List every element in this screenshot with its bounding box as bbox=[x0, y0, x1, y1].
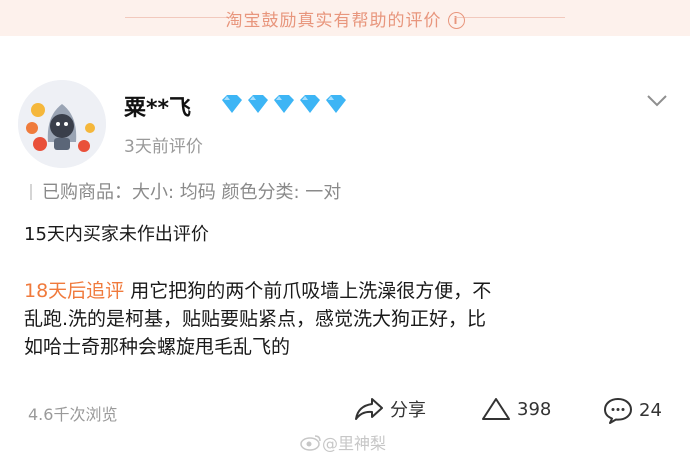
weibo-logo-icon bbox=[300, 435, 321, 451]
view-count: 4.6千次浏览 bbox=[28, 405, 118, 424]
share-button[interactable]: 分享 bbox=[354, 396, 426, 422]
purchased-sku: 已购商品：大小: 均码 颜色分类: 一对 bbox=[30, 178, 341, 204]
trust-banner: 淘宝鼓励真实有帮助的评价 i bbox=[0, 0, 690, 36]
followup-tag: 18天后追评 bbox=[24, 280, 125, 302]
banner-label: 淘宝鼓励真实有帮助的评价 bbox=[225, 11, 442, 31]
avatar-image bbox=[18, 80, 106, 168]
chevron-down-icon[interactable] bbox=[646, 93, 668, 112]
like-triangle-icon bbox=[482, 398, 510, 420]
banner-text-row: 淘宝鼓励真实有帮助的评价 i bbox=[0, 6, 690, 31]
info-icon[interactable]: i bbox=[447, 12, 465, 29]
followup-text-3: 如哈士奇那种会螺旋甩毛乱飞的 bbox=[24, 336, 291, 358]
comment-icon bbox=[604, 398, 632, 424]
level-diamonds bbox=[219, 94, 350, 118]
followup-text-2: 乱跑.洗的是柯基，贴贴要贴紧点，感觉洗大狗正好，比 bbox=[24, 308, 487, 330]
share-icon bbox=[355, 398, 383, 420]
followup-text-1: 用它把狗的两个前爪吸墙上洗澡很方便，不 bbox=[130, 280, 492, 302]
avatar[interactable] bbox=[18, 80, 106, 168]
sku-divider bbox=[30, 184, 32, 200]
initial-review: 15天内买家未作出评价 bbox=[24, 224, 209, 245]
watermark: @里神梨 bbox=[300, 430, 386, 454]
like-button[interactable]: 398 bbox=[481, 396, 551, 422]
comment-count: 24 bbox=[639, 399, 662, 421]
like-count: 398 bbox=[517, 398, 552, 420]
watermark-text: @里神梨 bbox=[322, 434, 387, 453]
username[interactable]: 粟**飞 bbox=[124, 90, 191, 122]
share-label: 分享 bbox=[390, 400, 426, 421]
comment-button[interactable]: 24 bbox=[603, 396, 662, 424]
diamond-icon-group bbox=[222, 95, 346, 113]
followup-review: 18天后追评 用它把狗的两个前爪吸墙上洗澡很方便，不 乱跑.洗的是柯基，贴贴要贴… bbox=[24, 277, 664, 361]
sku-label: 已购商品：大小: 均码 颜色分类: 一对 bbox=[42, 182, 342, 203]
review-time: 3天前评价 bbox=[124, 137, 203, 157]
